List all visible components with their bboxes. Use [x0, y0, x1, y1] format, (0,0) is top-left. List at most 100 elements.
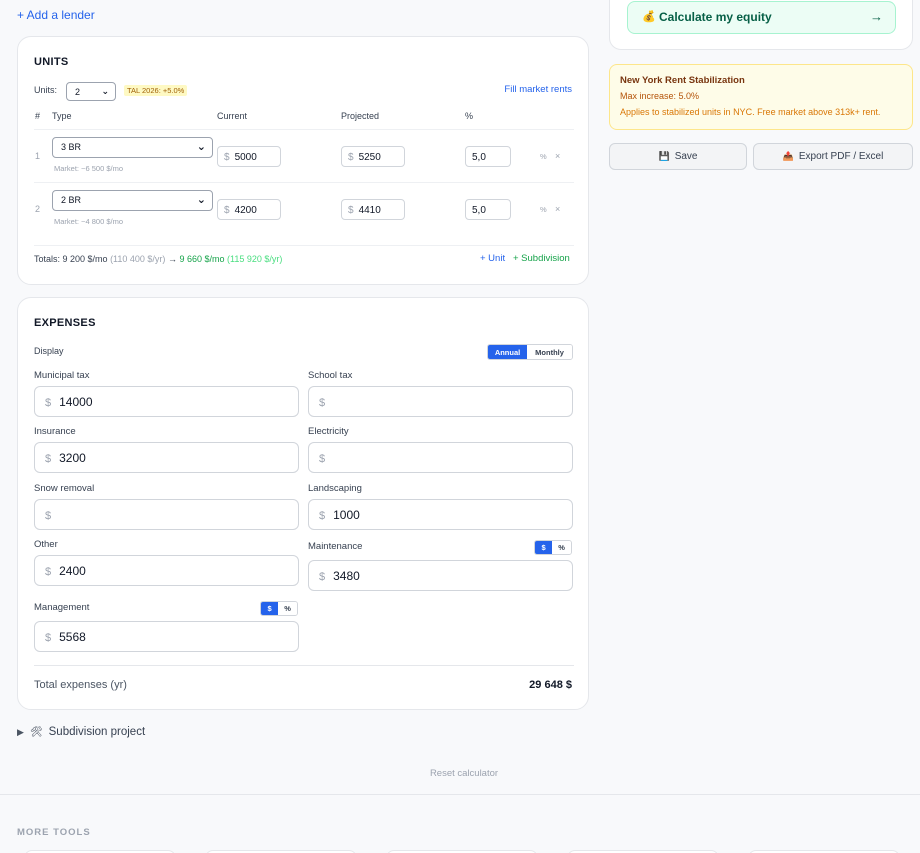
- municipal-tax-label: Municipal tax: [34, 370, 90, 381]
- currency-symbol: $: [348, 152, 354, 163]
- more-tools-heading: MORE TOOLS: [17, 827, 91, 838]
- pct-sign: %: [540, 205, 547, 214]
- export-icon: 📤: [782, 151, 794, 161]
- pct-sign: %: [540, 152, 547, 161]
- increase-pct-value: 5,0: [472, 205, 486, 216]
- rent-stabilization-notice: New York Rent Stabilization Max increase…: [609, 64, 913, 130]
- landscaping-input[interactable]: $1000: [308, 499, 573, 530]
- school-tax-label: School tax: [308, 370, 353, 381]
- equity-card: 💰 Calculate my equity →: [609, 0, 913, 50]
- projected-rent-value: 4410: [358, 205, 381, 216]
- stabilization-title: New York Rent Stabilization: [620, 75, 745, 86]
- col-header-current: Current: [217, 111, 248, 121]
- electricity-input[interactable]: $: [308, 442, 573, 473]
- subdivision-project-label: Subdivision project: [48, 726, 146, 738]
- add-lender-link[interactable]: + Add a lender: [17, 8, 95, 22]
- unit-type-select[interactable]: 3 BR ⌄: [52, 137, 213, 158]
- total-expenses-value: 29 648 $: [529, 679, 572, 691]
- percent-option[interactable]: %: [552, 541, 571, 554]
- currency-symbol: $: [45, 397, 52, 409]
- increase-pct-input[interactable]: 5,0: [465, 199, 511, 220]
- chevron-down-icon: ⌄: [196, 141, 206, 153]
- market-rent-hint: Market: ~6 500 $/mo: [54, 164, 123, 173]
- management-input[interactable]: $5568: [34, 621, 299, 652]
- divider: [34, 665, 574, 666]
- market-rent-hint: Market: ~4 800 $/mo: [54, 217, 123, 226]
- unit-type-value: 3 BR: [61, 142, 82, 152]
- expenses-card: EXPENSES Display Annual Monthly Municipa…: [17, 297, 589, 710]
- unit-row-num: 1: [35, 151, 41, 161]
- expand-arrow-icon: ▶: [17, 726, 24, 737]
- arrow-right-icon: →: [167, 254, 177, 264]
- subdivision-project-toggle[interactable]: ▶ 🛠 Subdivision project: [17, 726, 145, 738]
- landscaping-value: 1000: [333, 508, 360, 522]
- display-period-toggle[interactable]: Annual Monthly: [487, 344, 573, 360]
- management-label: Management: [34, 602, 90, 613]
- current-rent-input[interactable]: $5000: [217, 146, 281, 167]
- municipal-tax-input[interactable]: $14000: [34, 386, 299, 417]
- arrow-right-icon: →: [870, 9, 883, 24]
- unit-type-select[interactable]: 2 BR ⌄: [52, 190, 213, 211]
- landscaping-label: Landscaping: [308, 483, 362, 494]
- units-totals: Totals: 9 200 $/mo (110 400 $/yr) → 9 66…: [34, 254, 282, 264]
- increase-pct-input[interactable]: 5,0: [465, 146, 511, 167]
- management-unit-toggle[interactable]: $ %: [260, 601, 298, 616]
- maintenance-unit-toggle[interactable]: $ %: [534, 540, 572, 555]
- electricity-label: Electricity: [308, 426, 349, 437]
- chevron-down-icon: ⌄: [196, 194, 206, 206]
- other-input[interactable]: $2400: [34, 555, 299, 586]
- currency-symbol: $: [319, 510, 326, 522]
- currency-symbol: $: [224, 205, 230, 216]
- divider: [34, 182, 574, 183]
- divider: [0, 794, 920, 795]
- save-button[interactable]: 💾 Save: [609, 143, 747, 170]
- increase-pct-value: 5,0: [472, 152, 486, 163]
- annual-option[interactable]: Annual: [488, 345, 528, 359]
- tal-badge: TAL 2026: +5.0%: [124, 85, 188, 96]
- export-label: Export PDF / Excel: [798, 151, 884, 162]
- unit-row-num: 2: [35, 204, 41, 214]
- dollar-option[interactable]: $: [261, 602, 279, 615]
- units-title: UNITS: [34, 56, 69, 68]
- monthly-option[interactable]: Monthly: [527, 345, 572, 359]
- save-label: Save: [674, 151, 698, 162]
- current-rent-input[interactable]: $4200: [217, 199, 281, 220]
- add-unit-link[interactable]: + Unit: [480, 253, 505, 264]
- management-value: 5568: [59, 630, 86, 644]
- add-subdivision-link[interactable]: + Subdivision: [513, 253, 570, 264]
- projected-rent-input[interactable]: $5250: [341, 146, 405, 167]
- insurance-label: Insurance: [34, 426, 76, 437]
- insurance-input[interactable]: $3200: [34, 442, 299, 473]
- stabilization-max: Max increase: 5.0%: [620, 91, 700, 101]
- tools-icon: 🛠: [29, 726, 43, 738]
- export-button[interactable]: 📤 Export PDF / Excel: [753, 143, 913, 170]
- calculate-equity-button[interactable]: 💰 Calculate my equity →: [627, 1, 896, 34]
- other-value: 2400: [59, 564, 86, 578]
- projected-rent-input[interactable]: $4410: [341, 199, 405, 220]
- units-count-value: 2: [75, 87, 81, 97]
- currency-symbol: $: [45, 453, 52, 465]
- currency-symbol: $: [319, 397, 326, 409]
- percent-option[interactable]: %: [278, 602, 297, 615]
- remove-unit-icon[interactable]: ×: [555, 204, 560, 214]
- remove-unit-icon[interactable]: ×: [555, 151, 560, 161]
- maintenance-label: Maintenance: [308, 541, 363, 552]
- reset-calculator-link[interactable]: Reset calculator: [0, 768, 920, 779]
- other-label: Other: [34, 539, 58, 550]
- currency-symbol: $: [224, 152, 230, 163]
- col-header-num: #: [35, 111, 41, 121]
- divider: [34, 245, 574, 246]
- maintenance-value: 3480: [333, 569, 360, 583]
- school-tax-input[interactable]: $: [308, 386, 573, 417]
- units-count-select[interactable]: 2 ⌄: [66, 82, 116, 101]
- units-count-label: Units:: [34, 85, 58, 95]
- display-label: Display: [34, 346, 64, 356]
- col-header-projected: Projected: [341, 111, 380, 121]
- projected-rent-value: 5250: [358, 152, 381, 163]
- dollar-option[interactable]: $: [535, 541, 553, 554]
- totals-current-annual: (110 400 $/yr): [110, 254, 166, 264]
- maintenance-input[interactable]: $3480: [308, 560, 573, 591]
- currency-symbol: $: [319, 453, 326, 465]
- fill-market-rents-link[interactable]: Fill market rents: [504, 84, 572, 95]
- snow-removal-input[interactable]: $: [34, 499, 299, 530]
